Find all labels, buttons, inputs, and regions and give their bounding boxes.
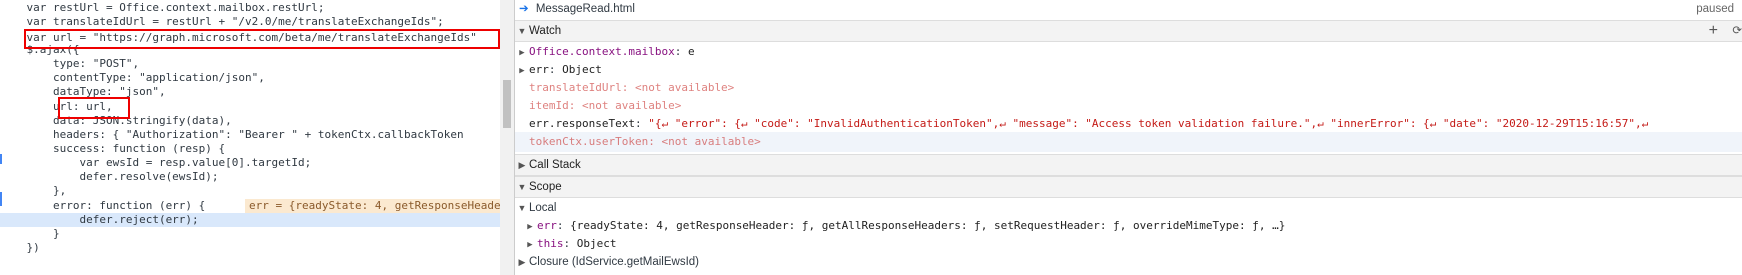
watch-item[interactable]: ▶ err: Object [515,60,1742,80]
callstack-title: Call Stack [529,159,581,171]
scope-item[interactable]: ▶ err: {readyState: 4, getResponseHeader:… [515,216,1742,236]
source-code-pane[interactable]: var restUrl = Office.context.mailbox.res… [0,0,500,275]
code-line-16-current: defer.reject(err); [0,213,500,227]
scope-title: Scope [529,181,562,193]
paused-status: paused [1696,3,1734,15]
arrow-right-icon: ➔ [519,3,529,15]
inline-value-err: err = {readyState: 4, getResponseHeade [245,199,500,213]
code-line-18: }) [0,241,40,254]
code-line-12: var ewsId = resp.value[0].targetId; [0,156,312,169]
annotation-box-url-param [58,97,130,119]
watch-item[interactable]: err.responseText: "{↵ "error": {↵ "code"… [515,114,1742,134]
watch-item[interactable]: itemId: <not available> [515,96,1742,116]
scope-closure[interactable]: ▶ Closure (IdService.getMailEwsId) [515,252,1742,272]
scope-local-header[interactable]: ▼ Local [515,198,1742,218]
add-watch-icon[interactable]: + [1709,21,1718,41]
code-scrollbar[interactable] [500,0,514,275]
code-line-11: success: function (resp) { [0,142,226,155]
callstack-section-header[interactable]: ▶ Call Stack [515,154,1742,176]
triangle-down-icon: ▼ [517,26,527,36]
scope-item[interactable]: ▶ this: Object [515,234,1742,254]
code-line-14: }, [0,184,67,197]
triangle-right-icon: ▶ [518,160,526,170]
code-line-13: defer.resolve(ewsId); [0,170,219,183]
annotation-box-url [24,29,500,49]
triangle-down-icon: ▼ [517,182,527,192]
triangle-down-icon: ▼ [517,203,527,213]
triangle-right-icon[interactable]: ▶ [515,252,529,272]
refresh-watch-icon[interactable]: ⟳ [1732,21,1742,41]
scope-section-header[interactable]: ▼ Scope [515,176,1742,198]
watch-title: Watch [529,25,562,37]
scrollbar-thumb[interactable] [503,80,511,128]
watch-item[interactable]: tokenCtx.userToken: <not available> [515,132,1742,152]
file-name: MessageRead.html [535,3,635,15]
code-line-5: type: "POST", [0,57,140,70]
code-line-2: var translateIdUrl = restUrl + "/v2.0/me… [0,15,444,28]
debugger-sidebar: ➔ MessageRead.html paused ▼ Watch + ⟳ ▶ Of… [515,0,1742,275]
code-line-6: contentType: "application/json", [0,71,265,84]
current-file-row[interactable]: ➔ MessageRead.html paused [515,0,1742,18]
code-line-1: var restUrl = Office.context.mailbox.res… [0,1,325,14]
watch-item[interactable]: translateIdUrl: <not available> [515,78,1742,98]
code-line-10: headers: { "Authorization": "Bearer " + … [0,128,464,141]
watch-section-header[interactable]: ▼ Watch + ⟳ [515,20,1742,42]
watch-item[interactable]: ▶ Office.context.mailbox: e [515,42,1742,62]
code-line-17: } [0,227,60,240]
